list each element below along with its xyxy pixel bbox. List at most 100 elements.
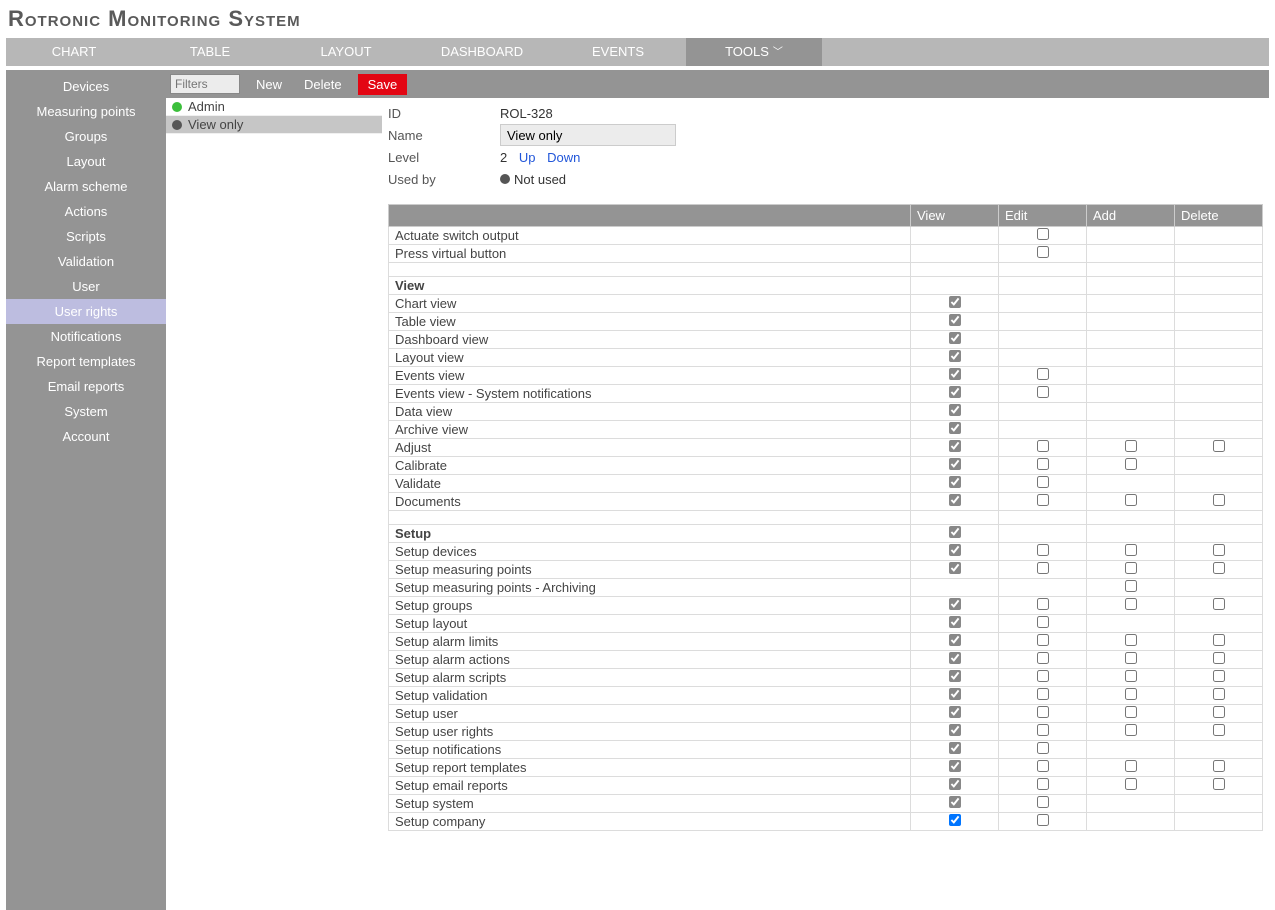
rights-checkbox[interactable] — [1125, 760, 1137, 772]
rights-checkbox[interactable] — [1125, 688, 1137, 700]
rights-checkbox[interactable] — [1125, 778, 1137, 790]
sidebar-item-measuring-points[interactable]: Measuring points — [6, 99, 166, 124]
rights-checkbox[interactable] — [1037, 544, 1049, 556]
rights-checkbox[interactable] — [1037, 228, 1049, 240]
level-down-link[interactable]: Down — [547, 150, 580, 165]
rights-checkbox[interactable] — [1213, 688, 1225, 700]
top-nav-events[interactable]: EVENTS — [550, 38, 686, 66]
rights-checkbox[interactable] — [1213, 706, 1225, 718]
rights-checkbox[interactable] — [1037, 476, 1049, 488]
rights-checkbox[interactable] — [1037, 778, 1049, 790]
filter-input[interactable] — [170, 74, 240, 94]
right-label: Events view - System notifications — [389, 385, 911, 403]
sidebar-item-groups[interactable]: Groups — [6, 124, 166, 149]
rights-checkbox[interactable] — [1037, 598, 1049, 610]
save-button[interactable]: Save — [358, 74, 408, 95]
right-label: Events view — [389, 367, 911, 385]
rights-checkbox — [949, 350, 961, 362]
sidebar-item-report-templates[interactable]: Report templates — [6, 349, 166, 374]
rights-checkbox[interactable] — [1037, 814, 1049, 826]
rights-checkbox[interactable] — [1037, 386, 1049, 398]
rights-checkbox[interactable] — [1125, 670, 1137, 682]
sidebar-item-devices[interactable]: Devices — [6, 74, 166, 99]
rights-checkbox[interactable] — [1037, 652, 1049, 664]
rights-checkbox[interactable] — [1125, 458, 1137, 470]
rights-checkbox[interactable] — [1037, 706, 1049, 718]
rights-checkbox[interactable] — [1213, 652, 1225, 664]
right-label: Setup email reports — [389, 777, 911, 795]
role-item[interactable]: View only — [166, 116, 382, 134]
rights-checkbox[interactable] — [1037, 760, 1049, 772]
status-dot-icon — [172, 102, 182, 112]
top-nav-table[interactable]: TABLE — [142, 38, 278, 66]
rights-checkbox[interactable] — [1037, 796, 1049, 808]
top-nav-tools[interactable]: TOOLS﹀ — [686, 38, 822, 66]
rights-checkbox — [949, 332, 961, 344]
new-button[interactable]: New — [250, 74, 288, 95]
rights-checkbox[interactable] — [1037, 634, 1049, 646]
delete-button[interactable]: Delete — [298, 74, 348, 95]
rights-checkbox[interactable] — [1213, 670, 1225, 682]
rights-checkbox[interactable] — [1213, 562, 1225, 574]
sidebar-item-actions[interactable]: Actions — [6, 199, 166, 224]
rights-checkbox[interactable] — [1125, 562, 1137, 574]
rights-checkbox[interactable] — [1213, 778, 1225, 790]
rights-checkbox[interactable] — [1213, 724, 1225, 736]
rights-checkbox[interactable] — [1125, 544, 1137, 556]
sidebar-item-user-rights[interactable]: User rights — [6, 299, 166, 324]
sidebar-item-email-reports[interactable]: Email reports — [6, 374, 166, 399]
rights-checkbox — [949, 742, 961, 754]
rights-checkbox[interactable] — [1037, 670, 1049, 682]
rights-checkbox[interactable] — [1213, 440, 1225, 452]
sidebar-item-validation[interactable]: Validation — [6, 249, 166, 274]
sidebar-item-layout[interactable]: Layout — [6, 149, 166, 174]
rights-checkbox[interactable] — [1037, 494, 1049, 506]
id-label: ID — [388, 106, 500, 121]
rights-checkbox[interactable] — [1037, 688, 1049, 700]
rights-checkbox[interactable] — [1037, 440, 1049, 452]
rights-checkbox[interactable] — [1125, 580, 1137, 592]
sidebar: DevicesMeasuring pointsGroupsLayoutAlarm… — [6, 70, 166, 910]
rights-checkbox[interactable] — [1125, 706, 1137, 718]
level-value: 2 — [500, 150, 507, 165]
rights-checkbox[interactable] — [1125, 634, 1137, 646]
sidebar-item-scripts[interactable]: Scripts — [6, 224, 166, 249]
rights-checkbox[interactable] — [1125, 598, 1137, 610]
right-label: Adjust — [389, 439, 911, 457]
rights-checkbox[interactable] — [949, 814, 961, 826]
rights-checkbox[interactable] — [1037, 742, 1049, 754]
sidebar-item-notifications[interactable]: Notifications — [6, 324, 166, 349]
rights-checkbox[interactable] — [1037, 246, 1049, 258]
rights-checkbox[interactable] — [1037, 724, 1049, 736]
rights-checkbox[interactable] — [1213, 760, 1225, 772]
role-item[interactable]: Admin — [166, 98, 382, 116]
name-input[interactable] — [500, 124, 676, 146]
rights-checkbox — [949, 368, 961, 380]
rights-checkbox[interactable] — [1213, 544, 1225, 556]
sidebar-item-alarm-scheme[interactable]: Alarm scheme — [6, 174, 166, 199]
top-nav-chart[interactable]: CHART — [6, 38, 142, 66]
rights-checkbox[interactable] — [1037, 616, 1049, 628]
sidebar-item-user[interactable]: User — [6, 274, 166, 299]
rights-checkbox[interactable] — [1037, 368, 1049, 380]
rights-checkbox — [949, 598, 961, 610]
rights-checkbox[interactable] — [1213, 494, 1225, 506]
top-nav-layout[interactable]: LAYOUT — [278, 38, 414, 66]
rights-checkbox — [949, 526, 961, 538]
top-nav-dashboard[interactable]: DASHBOARD — [414, 38, 550, 66]
sidebar-item-system[interactable]: System — [6, 399, 166, 424]
rights-checkbox[interactable] — [1125, 724, 1137, 736]
rights-checkbox[interactable] — [1213, 598, 1225, 610]
rights-checkbox[interactable] — [1125, 652, 1137, 664]
rights-checkbox[interactable] — [1037, 562, 1049, 574]
rights-checkbox — [949, 422, 961, 434]
right-label: Setup validation — [389, 687, 911, 705]
rights-checkbox[interactable] — [1213, 634, 1225, 646]
rights-checkbox[interactable] — [1125, 440, 1137, 452]
rights-checkbox[interactable] — [1037, 458, 1049, 470]
right-label: Setup measuring points — [389, 561, 911, 579]
rights-checkbox — [949, 706, 961, 718]
level-up-link[interactable]: Up — [519, 150, 536, 165]
sidebar-item-account[interactable]: Account — [6, 424, 166, 449]
rights-checkbox[interactable] — [1125, 494, 1137, 506]
